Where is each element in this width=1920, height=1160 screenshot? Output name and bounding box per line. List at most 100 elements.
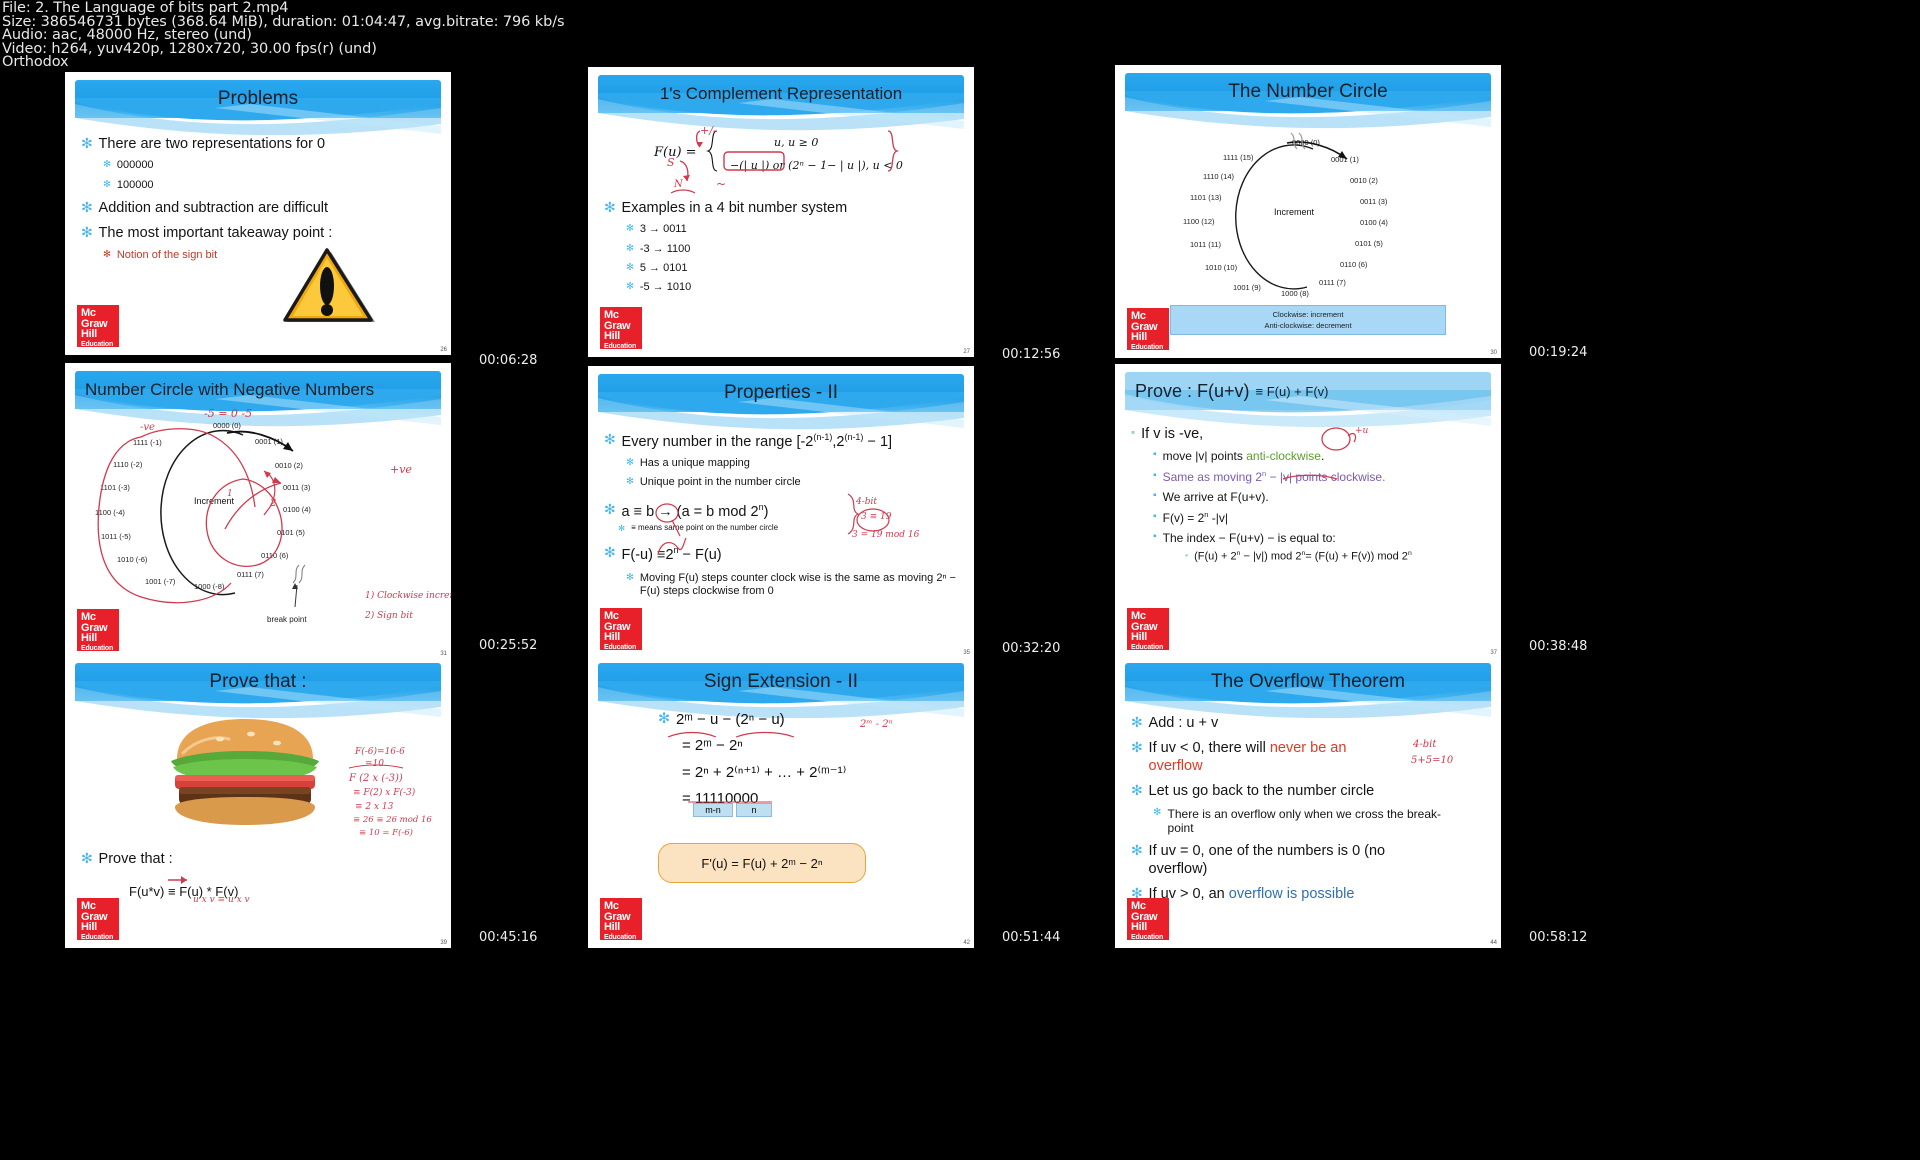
mcgraw-hill-logo: Mc Graw Hill Education — [600, 608, 642, 651]
circle-label: 0001 (1) — [255, 437, 283, 446]
slide-number-circle[interactable]: The Number Circle 0000 (0) 0001 (1) 0010… — [1115, 65, 1501, 358]
slide-number: 44 — [1490, 940, 1497, 946]
asterisk-bullet-icon: ✻ — [81, 136, 93, 151]
slide-body: ✻ Every number in the range [-2(n-1),2(n-… — [604, 424, 960, 599]
slide-number: 39 — [440, 940, 447, 946]
asterisk-bullet-icon: ✻ — [81, 225, 93, 241]
asterisk-bullet-icon: ✻ — [1131, 886, 1143, 902]
bullet-item: ✻ -5 → 1010 — [626, 281, 960, 294]
asterisk-bullet-icon: ✻ — [604, 432, 616, 447]
slide-body: ▪ If v is -ve, ▪ move |v| points anti-cloc… — [1131, 418, 1487, 564]
file-info-line-2: Size: 386546731 bytes (368.64 MiB), dura… — [2, 13, 565, 30]
break-point-label: break point — [267, 615, 307, 624]
bullet-item: ✻ 5 → 0101 — [626, 262, 960, 275]
asterisk-bullet-icon: ✻ — [626, 476, 634, 487]
bullet-text: 000000 — [116, 159, 154, 172]
bullet-item: ▪ (F(u) + 2n − |v|) mod 2n= (F(u) + F(v))… — [1185, 550, 1475, 564]
formula-case-1: u, u ≥ 0 — [774, 136, 819, 149]
circle-label: 1010 (-6) — [117, 555, 148, 564]
circle-center-label: Increment — [194, 496, 235, 506]
circle-label: 1110 (14) — [1203, 172, 1234, 181]
slide-properties-2[interactable]: Properties - II ✻ Every number in the ran… — [588, 366, 974, 658]
file-info-line-4: Video: h264, yuv420p, 1280x720, 30.00 fp… — [2, 40, 377, 57]
timecode: 00:58:12 — [1529, 930, 1588, 945]
circle-label: 1011 (11) — [1190, 240, 1221, 249]
asterisk-bullet-icon: ✻ — [658, 711, 670, 727]
page-title-main: Prove : F(u+v) — [1135, 380, 1250, 401]
circle-label: 1000 (8) — [1281, 289, 1309, 298]
mcgraw-hill-logo: Mc Graw Hill Education — [1127, 308, 1169, 351]
derivation-line: = 2ⁿ + 2⁽ⁿ⁺¹⁾ + … + 2⁽ᵐ⁻¹⁾ — [682, 764, 847, 781]
slide-ones-complement[interactable]: 1's Complement Representation F(u) = u, … — [588, 67, 974, 357]
slide-overflow-theorem[interactable]: The Overflow Theorem ✻ Add : u + v ✻ If uv… — [1115, 655, 1501, 948]
bullet-item: ✻ Prove that : — [81, 851, 437, 868]
asterisk-bullet-icon: ✻ — [604, 501, 616, 517]
circle-label: 0101 (5) — [277, 528, 305, 537]
bullet-item: ✻ Has a unique mapping — [626, 457, 960, 470]
asterisk-bullet-icon: ▪ — [1153, 469, 1157, 481]
bullet-text: -3 → 1100 — [639, 242, 691, 255]
timecode: 00:06:28 — [479, 353, 538, 368]
bullet-item: ✻ If uv = 0, one of the numbers is 0 (no … — [1131, 843, 1431, 878]
ink-arrow-n — [679, 160, 690, 182]
circle-label: 1110 (-2) — [113, 460, 143, 469]
bullet-item: ✻ ≡ means same point on the number circle — [618, 523, 960, 533]
mcgraw-hill-logo: Mc Graw Hill Education — [77, 898, 119, 941]
bullet-item: ✻ Add : u + v — [1131, 715, 1487, 732]
bullet-text: Let us go back to the number circle — [1148, 783, 1375, 800]
page-title: Number Circle with Negative Numbers — [85, 380, 375, 399]
asterisk-bullet-icon: ✻ — [81, 851, 93, 866]
asterisk-bullet-icon: ✻ — [1153, 806, 1162, 818]
bullet-item: ✻ 3 → 0011 — [626, 223, 960, 236]
asterisk-bullet-icon: ▪ — [1153, 490, 1157, 502]
ink-note-clockwise: 1) Clockwise increment — [365, 591, 451, 601]
bullet-text: If uv > 0, an overflow is possible — [1148, 886, 1355, 903]
derivation-line: ✻ 2ᵐ − u − (2ⁿ − u) — [658, 711, 958, 728]
slide-body: ✻ There are two representations for 0 ✻ 00… — [81, 128, 437, 262]
slide-sign-extension-2[interactable]: Sign Extension - II ✻ 2ᵐ − u − (2ⁿ − u) … — [588, 655, 974, 948]
circle-label: 1011 (-5) — [101, 532, 131, 541]
bullet-text: 100000 — [116, 178, 154, 191]
bullet-text: If uv = 0, one of the numbers is 0 (no o… — [1148, 843, 1386, 877]
circle-label: 1101 (-3) — [100, 483, 130, 492]
circle-label: 0011 (3) — [1360, 197, 1388, 206]
page-title: The Number Circle — [1228, 81, 1388, 102]
slide-number: 27 — [963, 349, 970, 355]
bullet-text: Same as moving 2n − |v| points clockwise… — [1162, 468, 1386, 484]
page-title: Prove : F(u+v) ≡ F(u) + F(v) — [1125, 372, 1491, 410]
page-title: Properties - II — [723, 382, 839, 403]
bullet-item: ▪ F(v) = 2n -|v| — [1153, 510, 1487, 525]
circle-center-label: Increment — [1274, 207, 1315, 217]
timecode: 00:32:20 — [1002, 641, 1061, 656]
bullet-text: F(-u) ≡2n − F(u) — [621, 545, 722, 563]
mcgraw-hill-logo: Mc Graw Hill Education — [77, 609, 119, 652]
slide-problems[interactable]: Problems ✻ There are two representations … — [65, 72, 451, 355]
tag-m-minus-n: m-n — [693, 803, 733, 817]
circle-label: 0100 (4) — [1360, 218, 1388, 227]
circle-label: 0101 (5) — [1355, 239, 1383, 248]
ink-ne: -ve — [140, 422, 155, 433]
slide-body: ✻ Add : u + v ✻ If uv < 0, there will neve… — [1131, 707, 1487, 904]
bullet-text: There are two representations for 0 — [98, 136, 326, 152]
bullet-text: Prove that : — [98, 851, 173, 867]
formula-lhs: F(u) = — [654, 145, 697, 160]
bullet-item: ✻ There are two representations for 0 — [81, 136, 437, 153]
page-title: Problems — [217, 88, 299, 109]
ink-f-neg6: F(-6)=16-6 — [355, 747, 405, 757]
bullet-item: ✻ -3 → 1100 — [626, 243, 960, 256]
slide-prove-that[interactable]: Prove that : ✻ Prove that : F(u*v) ≡ F(u)… — [65, 655, 451, 948]
bullet-item: ✻ 100000 — [103, 179, 437, 192]
circle-label: 0000 (0) — [1292, 138, 1320, 147]
page-title: 1's Complement Representation — [659, 84, 903, 103]
mcgraw-hill-logo: Mc Graw Hill Education — [600, 307, 642, 350]
slide-number-circle-negative[interactable]: Number Circle with Negative Numbers 0000… — [65, 363, 451, 659]
break-point-leader-line — [292, 564, 306, 608]
ink-bracket-2 — [263, 470, 276, 516]
bullet-text: ≡ means same point on the number circle — [631, 522, 779, 532]
slide-prove-fuv[interactable]: Prove : F(u+v) ≡ F(u) + F(v) ▪ If v is -v… — [1115, 364, 1501, 658]
bullet-item: ✻ The most important takeaway point : — [81, 225, 437, 242]
bullet-text: Addition and subtraction are difficult — [98, 199, 329, 216]
ink-pve: +ve — [390, 463, 412, 476]
bullet-item: ✻ Notion of the sign bit — [103, 249, 437, 262]
ink-note-signbit: 2) Sign bit — [365, 611, 413, 621]
